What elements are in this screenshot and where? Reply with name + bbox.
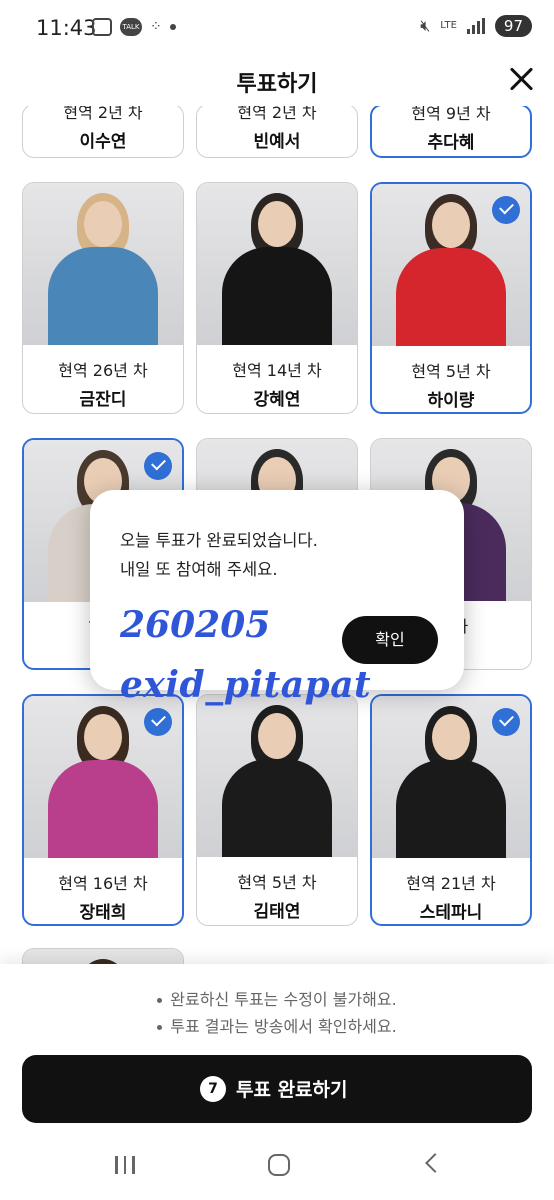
candidate-card[interactable]: 현역 21년 차스테파니 bbox=[370, 694, 532, 926]
confirm-button[interactable]: 확인 bbox=[342, 616, 438, 664]
candidate-info: 현역 2년 차이수연 bbox=[23, 106, 183, 152]
candidate-years: 현역 26년 차 bbox=[58, 361, 148, 380]
notice-item: 투표 결과는 방송에서 확인하세요. bbox=[0, 1013, 554, 1037]
app-grid-icon: ⁘ bbox=[150, 19, 162, 35]
system-nav-bar bbox=[0, 1153, 554, 1200]
candidate-name: 하이량 bbox=[427, 391, 475, 411]
more-notifications-icon bbox=[169, 24, 176, 30]
candidate-card[interactable]: 현역 5년 차김태연 bbox=[196, 694, 358, 926]
candidate-card[interactable]: 현역 2년 차빈예서 bbox=[196, 106, 358, 158]
candidate-name: 이수연 bbox=[79, 132, 127, 152]
bullet-icon bbox=[157, 998, 163, 1003]
signal-icon bbox=[466, 18, 485, 34]
candidate-name: 금잔디 bbox=[79, 390, 127, 410]
candidate-name: 김태연 bbox=[253, 902, 301, 922]
candidate-info: 현역 16년 차장태희 bbox=[24, 858, 182, 923]
notice-text: 투표 결과는 방송에서 확인하세요. bbox=[170, 1017, 397, 1036]
screenshot-icon bbox=[92, 18, 112, 36]
status-bar: 11:43 TALK ⁘ 🔇︎ LTE 97 bbox=[0, 0, 554, 56]
watermark-number: 260205 bbox=[120, 604, 271, 646]
candidate-name: 추다혜 bbox=[427, 133, 475, 153]
checkmark-icon bbox=[492, 708, 520, 736]
candidate-info: 현역 21년 차스테파니 bbox=[372, 858, 530, 923]
network-type: LTE bbox=[440, 20, 457, 31]
status-time: 11:43 bbox=[36, 16, 97, 40]
candidate-card[interactable]: 현역 5년 차하이량 bbox=[370, 182, 532, 414]
candidate-years: 현역 14년 차 bbox=[232, 361, 322, 380]
candidate-info: 현역 5년 차하이량 bbox=[372, 346, 530, 411]
candidate-years: 현역 9년 차 bbox=[411, 106, 491, 123]
bottom-sheet: 완료하신 투표는 수정이 불가해요. 투표 결과는 방송에서 확인하세요. 7 … bbox=[0, 964, 554, 1200]
kakaotalk-icon: TALK bbox=[120, 18, 142, 36]
vote-complete-dialog: 오늘 투표가 완료되었습니다. 내일 또 참여해 주세요. 확인 bbox=[90, 490, 464, 690]
dialog-message: 오늘 투표가 완료되었습니다. 내일 또 참여해 주세요. bbox=[120, 526, 318, 584]
candidate-years: 현역 16년 차 bbox=[58, 874, 148, 893]
system-icons: 🔇︎ LTE 97 bbox=[420, 15, 532, 37]
candidate-photo bbox=[23, 183, 183, 345]
back-icon[interactable] bbox=[425, 1153, 445, 1173]
recents-icon[interactable] bbox=[115, 1156, 135, 1174]
candidate-name: 빈예서 bbox=[253, 132, 301, 152]
candidate-info: 현역 2년 차빈예서 bbox=[197, 106, 357, 152]
battery-indicator: 97 bbox=[494, 15, 532, 37]
notice-item: 완료하신 투표는 수정이 불가해요. bbox=[0, 986, 554, 1010]
checkmark-icon bbox=[144, 708, 172, 736]
home-icon[interactable] bbox=[268, 1154, 290, 1176]
candidate-years: 현역 5년 차 bbox=[237, 873, 317, 892]
candidate-card[interactable]: 현역 14년 차강혜연 bbox=[196, 182, 358, 414]
candidate-years: 현역 2년 차 bbox=[63, 106, 143, 122]
candidate-info: 현역 26년 차금잔디 bbox=[23, 345, 183, 410]
candidate-info: 현역 14년 차강혜연 bbox=[197, 345, 357, 410]
mute-icon: 🔇︎ bbox=[420, 16, 431, 35]
candidate-info: 현역 5년 차김태연 bbox=[197, 857, 357, 922]
complete-vote-button[interactable]: 7 투표 완료하기 bbox=[22, 1055, 532, 1123]
candidate-name: 장태희 bbox=[79, 903, 127, 923]
notification-icons: TALK ⁘ bbox=[92, 18, 176, 36]
watermark-handle: exid_pitapat bbox=[120, 664, 372, 706]
dialog-message-line1: 오늘 투표가 완료되었습니다. bbox=[120, 531, 318, 550]
candidate-card[interactable]: 현역 2년 차이수연 bbox=[22, 106, 184, 158]
candidate-card[interactable]: 현역 26년 차금잔디 bbox=[22, 182, 184, 414]
candidate-years: 현역 21년 차 bbox=[406, 874, 496, 893]
candidate-card[interactable]: 현역 9년 차추다혜 bbox=[370, 106, 532, 158]
candidate-years: 현역 2년 차 bbox=[237, 106, 317, 122]
candidate-photo bbox=[197, 183, 357, 345]
candidate-card[interactable]: 현역 16년 차장태희 bbox=[22, 694, 184, 926]
candidate-photo bbox=[197, 695, 357, 857]
header: 투표하기 bbox=[0, 56, 554, 106]
candidate-years: 현역 5년 차 bbox=[411, 362, 491, 381]
complete-vote-label: 투표 완료하기 bbox=[236, 1079, 348, 1101]
dialog-message-line2: 내일 또 참여해 주세요. bbox=[120, 560, 278, 579]
page-title: 투표하기 bbox=[236, 72, 318, 97]
notice-text: 완료하신 투표는 수정이 불가해요. bbox=[170, 990, 397, 1009]
bullet-icon bbox=[157, 1025, 163, 1030]
checkmark-icon bbox=[144, 452, 172, 480]
close-icon[interactable] bbox=[508, 66, 534, 92]
candidate-info: 현역 9년 차추다혜 bbox=[372, 106, 530, 153]
selected-count-badge: 7 bbox=[200, 1076, 226, 1102]
candidate-name: 강혜연 bbox=[253, 390, 301, 410]
checkmark-icon bbox=[492, 196, 520, 224]
candidate-name: 스테파니 bbox=[419, 903, 483, 923]
